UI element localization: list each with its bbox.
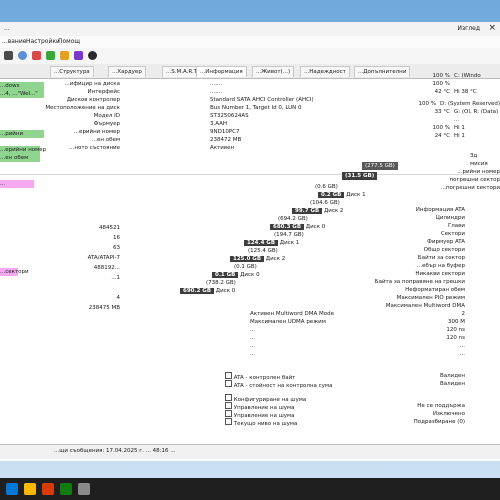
explorer-icon[interactable] [24, 483, 36, 495]
partition-size: (0.6 GB) [315, 184, 338, 190]
tab-hardware[interactable]: ...Хардуер [108, 66, 146, 77]
drive-item[interactable]: 100 % D: (System Reserved) [400, 100, 500, 108]
drive-item[interactable]: 24 °C Hi 1 [400, 132, 500, 140]
info-row: Модел ID ST3250624AS [93, 113, 249, 119]
drive-item[interactable]: ... [400, 116, 500, 124]
tree-item-pink[interactable]: ... [0, 180, 34, 188]
right-side-labels: Зд мисия [470, 153, 488, 167]
drive-item[interactable]: 100 % [400, 80, 500, 88]
check-row[interactable]: Управление на шума Не се поддържа [225, 402, 465, 411]
checkbox[interactable] [225, 402, 232, 409]
checkbox[interactable] [225, 372, 232, 379]
tab-information[interactable]: ...Информация [196, 66, 247, 77]
menu-item-settings[interactable]: Настройки [26, 38, 60, 45]
disk-icon[interactable] [88, 51, 97, 60]
tree-item-windows[interactable]: ...dows [0, 82, 44, 90]
tree-item-welcome[interactable]: ...4, ..."Wel..." [0, 90, 44, 98]
checkbox[interactable] [225, 394, 232, 401]
app-icon[interactable] [78, 483, 90, 495]
tab-structure[interactable]: ...Структура [50, 66, 94, 77]
drive-item[interactable]: 33 °C G: (OI, R: (Data) [400, 108, 500, 116]
start-icon[interactable] [6, 483, 18, 495]
info-row: ...ерийни номер 9ND10PC7 [73, 129, 240, 135]
check-row[interactable]: ATA - стойност на контролна сума Валиден [225, 380, 465, 389]
checkbox[interactable] [225, 418, 232, 425]
window-title: ... [4, 25, 10, 32]
taskbar [0, 478, 500, 500]
app-icon[interactable] [60, 483, 72, 495]
tree-item-volume[interactable]: ...ен обем [0, 154, 40, 162]
info-icon[interactable] [74, 51, 83, 60]
info-row: Местоположение на диск Bus Number 1, Targ… [45, 105, 302, 111]
check-row[interactable]: Управление на шума Изключено [225, 410, 465, 419]
drive-list: 100 % C: (Windo 100 % 42 °C Hi 38 °C 100 %… [400, 72, 500, 140]
drive-item[interactable]: 100 % Hi 1 [400, 124, 500, 132]
left-values: 484521 16 63 ATA/ATAPI-7 488192... ...1 … [87, 225, 120, 311]
health-icon[interactable] [46, 51, 55, 60]
report-icon[interactable] [32, 51, 41, 60]
refresh-icon[interactable] [18, 51, 27, 60]
title-bar: ... Изглед × [0, 22, 500, 36]
toolbar [0, 48, 500, 65]
info-row: Фърмуер 3.AAH [93, 121, 228, 127]
check-row[interactable]: Конфигуриране на шума [225, 394, 465, 403]
check-row[interactable]: ATA - контролен байт Валиден [225, 372, 465, 381]
tree-item-serial-number[interactable]: ...ерийни номер [0, 146, 46, 154]
info-row: Интерфейс...,... [87, 89, 223, 95]
usage-pill: (277.5 GB) [362, 162, 398, 170]
tab-reliability[interactable]: ...Надеждност [300, 66, 350, 77]
check-row[interactable]: Текущо ниво на шума Подразбиране (0) [225, 418, 465, 427]
check-list: ATA - контролен байт Валиден ATA - стойно… [225, 372, 465, 427]
info-row: ...ифицир на диска...,... [64, 81, 223, 87]
checkbox[interactable] [225, 380, 232, 387]
info-row: Дисков контролер Standard SATA AHCI Contr… [66, 97, 314, 103]
info-table: ...ифицир на диска...,... Интерфейс...,.… [40, 80, 320, 152]
right-side-labels-2: ...рийни номер погрешни сектор ...погреш… [440, 169, 500, 191]
drive-item[interactable]: 42 °C Hi 38 °C [400, 88, 500, 96]
save-icon[interactable] [4, 51, 13, 60]
partition-row[interactable]: 0.2 GB Диск 1 [318, 191, 366, 199]
status-bar: ...щи съобщения: 17.04.2025 г. ... 48:16… [0, 444, 500, 459]
info-row: ...ен обем 238472 MB [91, 137, 242, 143]
view-label[interactable]: Изглед [457, 25, 480, 32]
checkbox[interactable] [225, 410, 232, 417]
close-icon[interactable]: × [488, 23, 496, 33]
app-icon[interactable] [42, 483, 54, 495]
tab-lifetime[interactable]: ...Живот(...) [252, 66, 295, 77]
feature-list: Информация ATA Цилиндри Глави Сектори Фи… [250, 207, 465, 357]
tree-item-serial[interactable]: ...рийни [0, 130, 44, 138]
tree-item-sectors[interactable]: ...сектори [0, 268, 29, 276]
info-row: ...ното състояние Активен [69, 145, 235, 151]
menu-item-file[interactable]: ...вание [2, 38, 26, 45]
drive-item[interactable]: 100 % C: (Windo [400, 72, 500, 80]
settings-icon[interactable] [60, 51, 69, 60]
usage-pill: (31.5 GB) [342, 172, 378, 180]
status-text: ...щи съобщения: 17.04.2025 г. ... 48:16… [54, 448, 176, 454]
menu-item-help[interactable]: Помощ [58, 38, 80, 45]
